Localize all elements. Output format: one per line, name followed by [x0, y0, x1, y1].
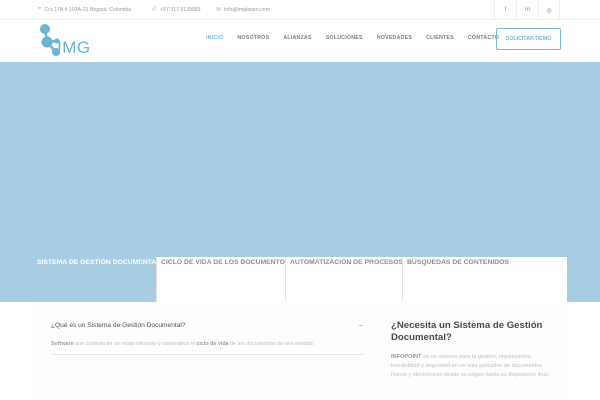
tab-sistema-gestion-documental[interactable]: SISTEMA DE GESTIÓN DOCUMENTAL	[33, 257, 157, 302]
answer-bold-software: Software	[51, 341, 74, 347]
site-header: IMG INICIO NOSOTROS ALIANZAS SOLUCIONES …	[0, 20, 600, 62]
address-text: Cra 17A # 103A-21 Bogotá, Colombia	[44, 6, 132, 13]
logo-text: IMG	[57, 38, 91, 57]
email-info[interactable]: ✉ info@imglatam.com	[216, 6, 270, 14]
nav-item-clientes[interactable]: CLIENTES	[426, 35, 454, 41]
faq-answer: Software que controla de un modo eficien…	[51, 340, 365, 348]
linkedin-icon[interactable]: in	[516, 0, 538, 20]
address-info: ⌖ Cra 17A # 103A-21 Bogotá, Colombia	[38, 6, 131, 13]
answer-text-1: que controla de un modo eficiente y sist…	[73, 341, 197, 347]
sidebar-title: ¿Necesita un Sistema de Gestión Document…	[391, 320, 543, 344]
instagram-icon[interactable]: ◎	[538, 0, 560, 20]
nav-item-soluciones[interactable]: SOLUCIONES	[326, 35, 363, 41]
phone-icon: ✆	[152, 7, 158, 13]
answer-bold-ciclo: ciclo de vida	[196, 341, 229, 347]
social-links: f in ◎	[494, 0, 560, 20]
email-text[interactable]: info@imglatam.com	[224, 7, 270, 13]
nav-item-alianzas[interactable]: ALIANZAS	[283, 35, 311, 41]
phone-info[interactable]: ✆ +57 317 5139985	[152, 6, 201, 14]
nav-item-inicio[interactable]: INICIO	[206, 35, 223, 41]
facebook-icon[interactable]: f	[494, 0, 516, 20]
faq-accordion-item[interactable]: ¿Qué es un Sistema de Gestión Documental…	[51, 322, 365, 356]
answer-text-2: de los documentos de una entidad.	[228, 341, 315, 347]
tab-content-panel: ¿Qué es un Sistema de Gestión Documental…	[33, 302, 567, 400]
sidebar-description: INFOPOINT es un sistema para la gestión,…	[391, 353, 551, 380]
request-demo-button[interactable]: SOLICITAR DEMO	[496, 28, 561, 50]
location-icon: ⌖	[38, 6, 42, 12]
phone-text[interactable]: +57 317 5139985	[160, 7, 201, 13]
main-nav: INICIO NOSOTROS ALIANZAS SOLUCIONES NOVE…	[206, 35, 513, 41]
email-icon: ✉	[216, 7, 222, 13]
collapse-icon[interactable]: –	[359, 322, 363, 329]
sidebar-bold-infopoint: INFOPOINT	[391, 353, 422, 360]
nav-item-nosotros[interactable]: NOSOTROS	[237, 35, 269, 41]
nav-item-novedades[interactable]: NOVEDADES	[377, 35, 412, 41]
tab-ciclo-de-vida[interactable]: CICLO DE VIDA DE LOS DOCUMENTOS	[157, 257, 286, 302]
solution-tabs: SISTEMA DE GESTIÓN DOCUMENTAL CICLO DE V…	[33, 257, 567, 302]
info-sidebar: ¿Necesita un Sistema de Gestión Document…	[391, 320, 551, 380]
tab-busquedas-contenidos[interactable]: BÚSQUEDAS DE CONTENIDOS	[403, 257, 567, 302]
nav-item-contacto[interactable]: CONTACTO	[468, 35, 499, 41]
top-info-bar: ⌖ Cra 17A # 103A-21 Bogotá, Colombia ✆ +…	[0, 0, 600, 20]
faq-question[interactable]: ¿Qué es un Sistema de Gestión Documental…	[51, 322, 365, 329]
tab-automatizacion-procesos[interactable]: AUTOMATIZACIÓN DE PROCESOS	[286, 257, 403, 302]
